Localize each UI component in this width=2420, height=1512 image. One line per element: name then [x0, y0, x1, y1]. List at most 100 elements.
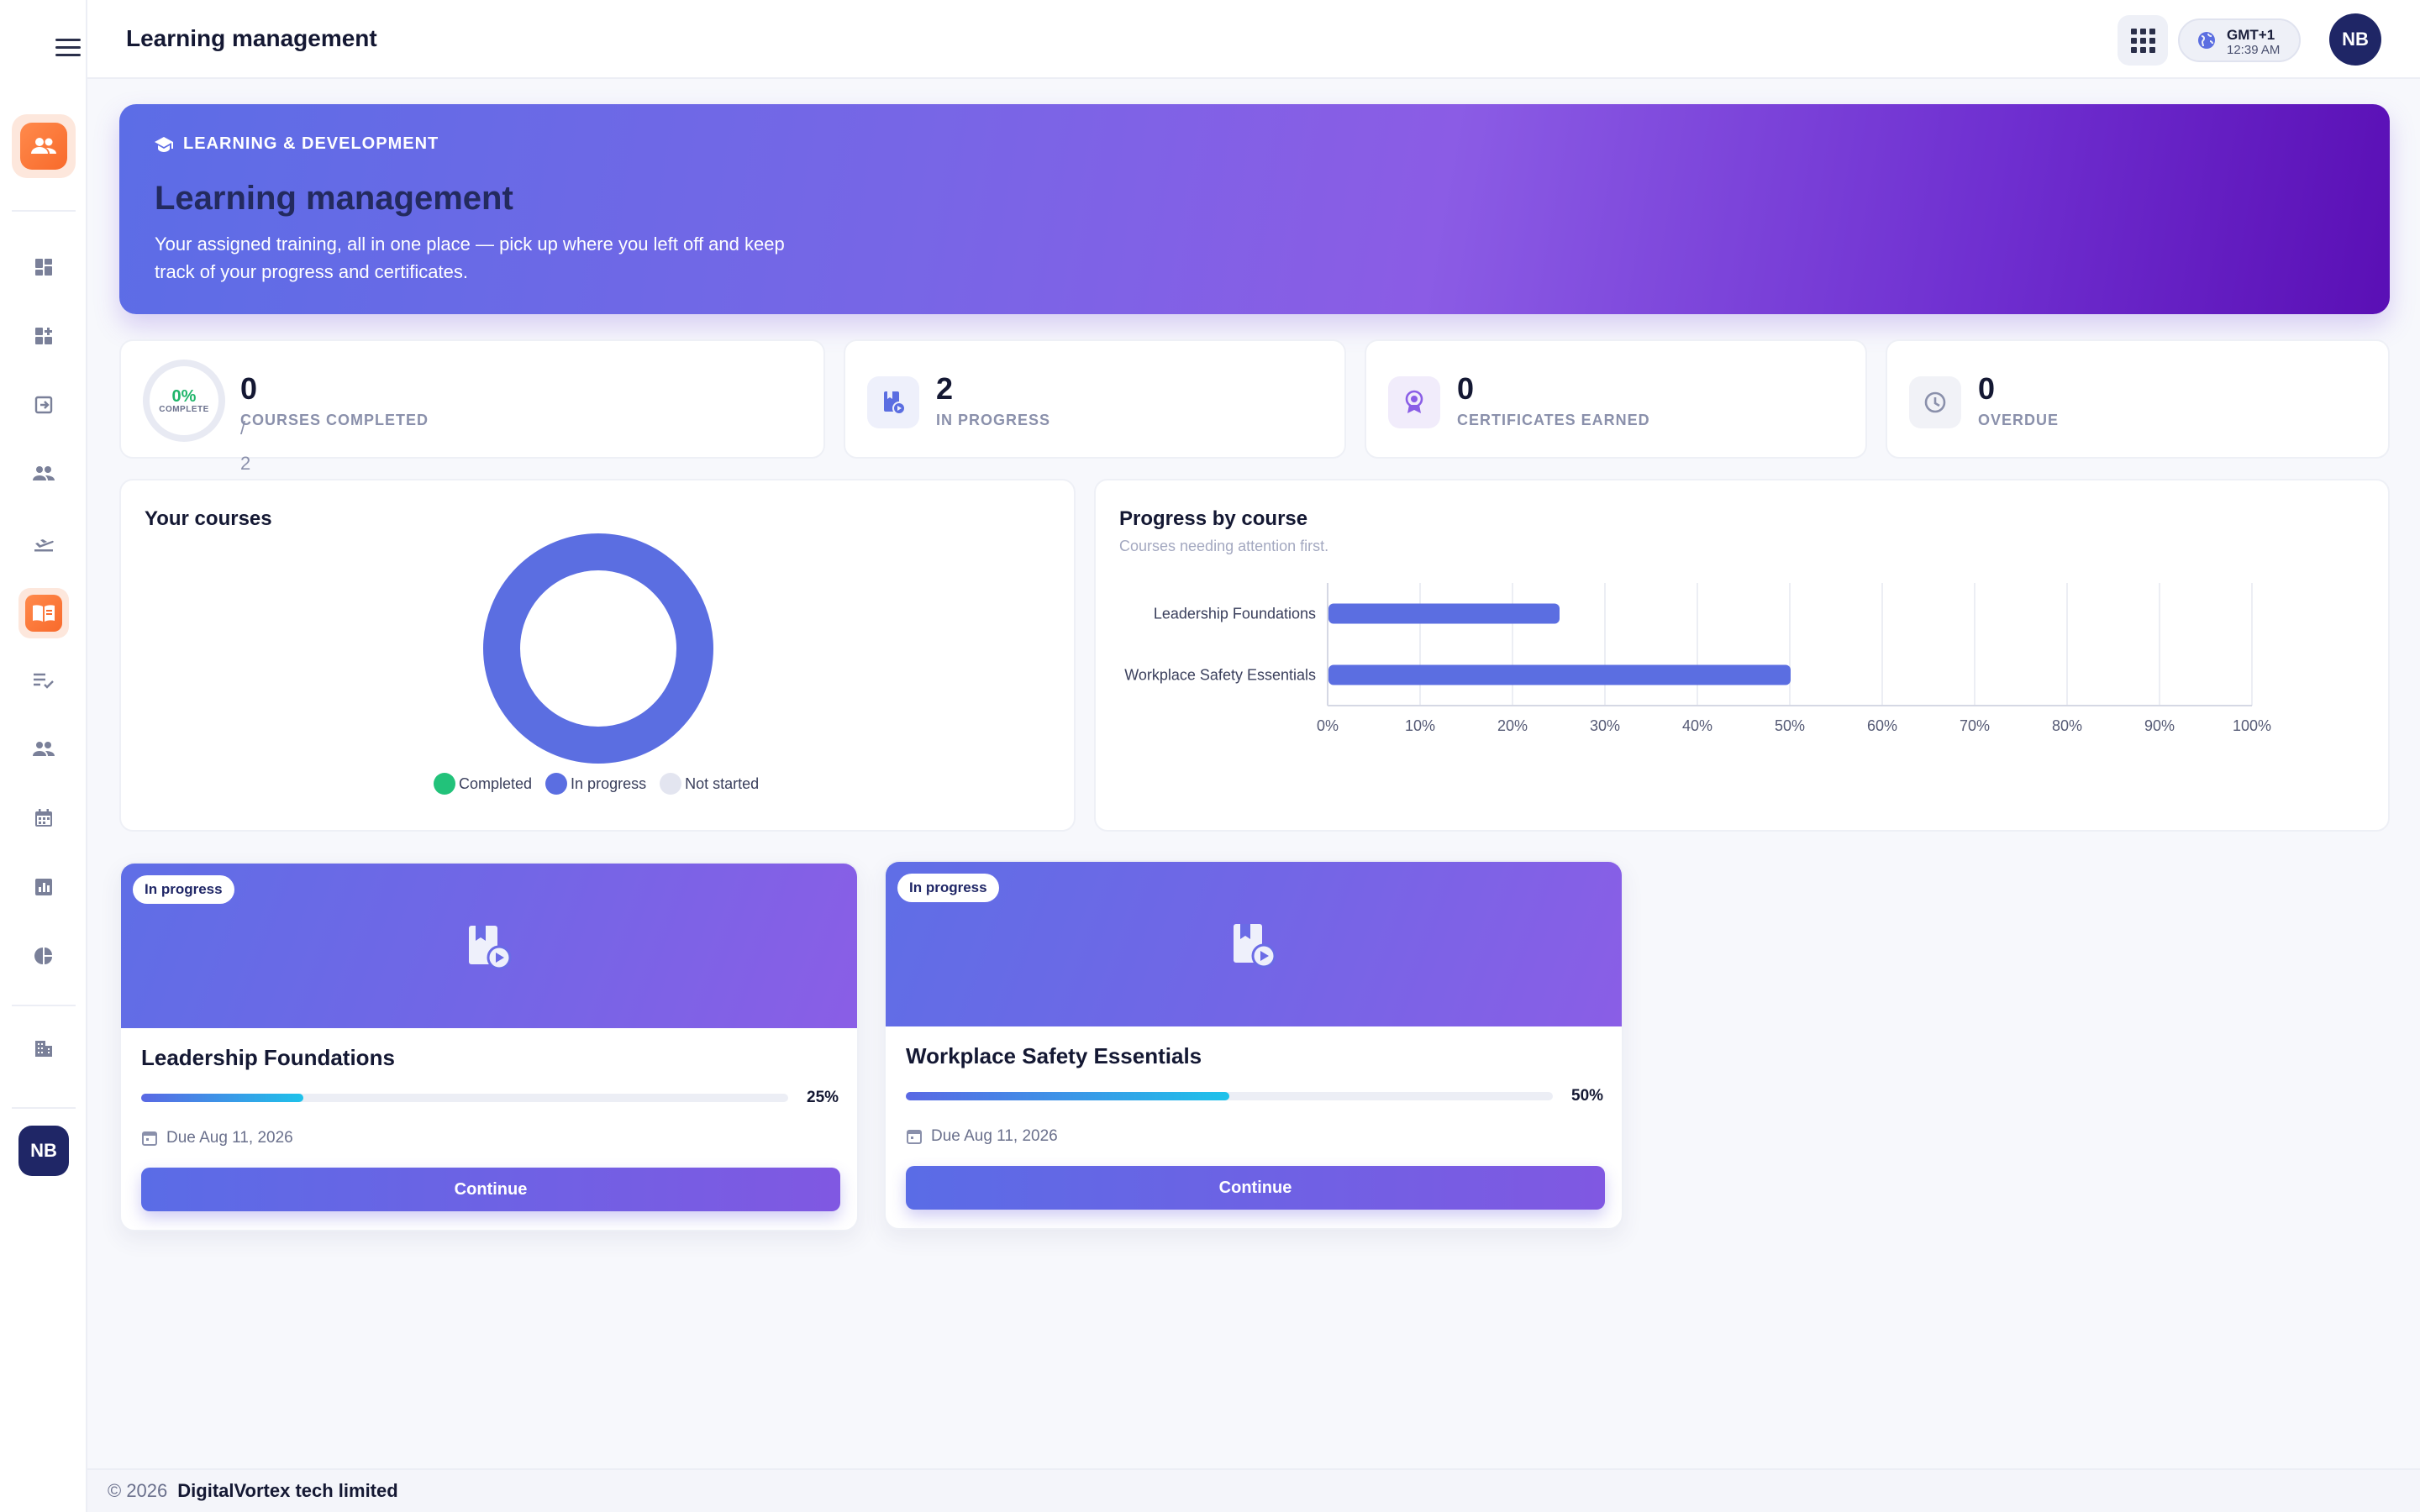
calendar-icon [142, 1131, 157, 1146]
sidebar-item-tasks[interactable] [24, 660, 64, 701]
sidebar-divider [12, 1107, 76, 1109]
sidebar-home-button[interactable] [12, 114, 76, 178]
donut-slice-in-progress[interactable] [483, 533, 713, 764]
stat-label: OVERDUE [1978, 412, 2060, 428]
course-card[interactable]: In progress Workplace Safety Essentials … [884, 860, 1623, 1230]
sidebar-item-travel[interactable] [24, 522, 64, 563]
award-icon [1405, 390, 1423, 413]
legend-item-completed[interactable]: Completed [434, 773, 532, 795]
dashboard-icon [35, 259, 52, 276]
x-tick-label: 0% [1317, 717, 1339, 734]
add-widget-icon [35, 328, 52, 344]
legend-item-not-started[interactable]: Not started [660, 773, 759, 795]
x-tick-label: 20% [1497, 717, 1528, 734]
x-tick-label: 40% [1682, 717, 1712, 734]
hamburger-menu-icon[interactable] [55, 39, 81, 59]
calendar-icon [907, 1130, 922, 1144]
timezone-zone: GMT+1 [2227, 27, 2275, 43]
course-due-text: Due Aug 11, 2026 [166, 1129, 293, 1147]
course-due-date: Due Aug 11, 2026 [141, 1129, 293, 1147]
avatar-initials: NB [2342, 29, 2369, 50]
course-title: Leadership Foundations [141, 1045, 395, 1070]
sidebar-item-add-widget[interactable] [24, 316, 64, 356]
x-tick-label: 60% [1867, 717, 1897, 734]
hero-banner: LEARNING & DEVELOPMENT Learning manageme… [119, 104, 2390, 314]
sidebar-divider [12, 1005, 76, 1006]
course-card-banner: In progress [121, 864, 857, 1028]
legend-swatch [660, 773, 682, 795]
sidebar-item-sign-in[interactable] [24, 385, 64, 425]
sidebar-avatar[interactable]: NB [18, 1126, 69, 1176]
course-title: Workplace Safety Essentials [906, 1043, 1202, 1068]
course-progress-fill [906, 1092, 1229, 1100]
x-tick-label: 10% [1405, 717, 1435, 734]
x-tick-label: 30% [1590, 717, 1620, 734]
checklist-icon [34, 673, 54, 689]
team-icon [33, 742, 55, 756]
legend-label: Completed [459, 774, 533, 792]
timezone-pill[interactable]: GMT+1 12:39 AM [2178, 18, 2301, 62]
topbar: Learning management GMT+1 12:39 AM NB [87, 0, 2420, 79]
apps-grid-button[interactable] [2118, 15, 2168, 66]
flight-takeoff-icon [34, 539, 54, 552]
calendar-icon [35, 809, 52, 827]
sidebar-item-team[interactable] [24, 729, 64, 769]
sidebar-item-organization[interactable] [24, 1028, 64, 1068]
sidebar-item-analytics[interactable] [24, 936, 64, 976]
building-icon [35, 1041, 52, 1057]
x-tick-label: 80% [2052, 717, 2082, 734]
sign-in-icon [34, 396, 53, 414]
sidebar-divider [12, 210, 76, 212]
course-card[interactable]: In progress Leadership Foundations 25% D… [119, 862, 859, 1231]
hero-eyebrow: LEARNING & DEVELOPMENT [155, 134, 439, 154]
continue-button[interactable]: Continue [906, 1166, 1605, 1210]
sidebar-item-learning[interactable] [18, 588, 69, 638]
legend-item-in-progress[interactable]: In progress [545, 773, 646, 795]
completed-count: 0 [240, 371, 258, 406]
donut-legend: Completed In progress Not started [434, 773, 759, 795]
bar-chart-icon [35, 879, 52, 895]
x-tick-label: 100% [2233, 717, 2271, 734]
stat-icon-box [867, 376, 919, 428]
bar[interactable] [1328, 603, 1560, 624]
completion-ring-label: COMPLETE [159, 404, 209, 414]
sidebar-item-reports[interactable] [24, 867, 64, 907]
course-progress-label: 50% [1571, 1087, 1604, 1105]
page-title: Learning management [126, 25, 377, 51]
stat-value: 0 [1457, 371, 1475, 406]
bar[interactable] [1328, 664, 1791, 685]
sidebar-item-dashboard[interactable] [24, 247, 64, 287]
people-icon [33, 466, 55, 480]
course-due-text: Due Aug 11, 2026 [931, 1127, 1058, 1145]
course-card-banner: In progress [886, 862, 1622, 1026]
stat-card-completed: 0% COMPLETE 0 / 2 COURSES COMPLETED [119, 339, 825, 474]
footer: © 2026 DigitalVortex tech limited [87, 1468, 2420, 1512]
book-icon [33, 605, 55, 622]
legend-swatch [434, 773, 455, 795]
user-avatar[interactable]: NB [2329, 13, 2381, 66]
y-tick-label: Leadership Foundations [1154, 606, 1316, 622]
stat-label: COURSES COMPLETED [240, 412, 429, 428]
graduation-cap-icon [155, 136, 173, 152]
stat-card-overdue: 0 OVERDUE [1886, 339, 2390, 459]
course-video-icon [1234, 924, 1276, 969]
status-badge: In progress [897, 874, 999, 902]
people-icon [31, 138, 56, 154]
course-progress-fill [141, 1094, 303, 1102]
timezone-time: 12:39 AM [2227, 43, 2281, 57]
footer-company: DigitalVortex tech limited [177, 1480, 398, 1501]
progress-bar-chart: 0% 10% 20% 30% 40% 50% 60% 70% 80% 90% 100% Leaders… [1124, 583, 2271, 734]
hero-description: Your assigned training, all in one place… [155, 234, 785, 282]
avatar-initials: NB [30, 1140, 57, 1161]
sidebar: NB [0, 0, 87, 1512]
stat-value: 2 [936, 371, 954, 406]
stat-icon-box [1909, 376, 1961, 428]
status-badge: In progress [133, 875, 234, 904]
x-tick-label: 90% [2144, 717, 2175, 734]
continue-button[interactable]: Continue [141, 1168, 840, 1211]
stat-label: CERTIFICATES EARNED [1457, 412, 1650, 428]
sidebar-item-calendar[interactable] [24, 798, 64, 838]
sidebar-item-people[interactable] [24, 454, 64, 494]
hero-title: Learning management [155, 180, 513, 217]
completion-percent: 0% [171, 386, 197, 406]
